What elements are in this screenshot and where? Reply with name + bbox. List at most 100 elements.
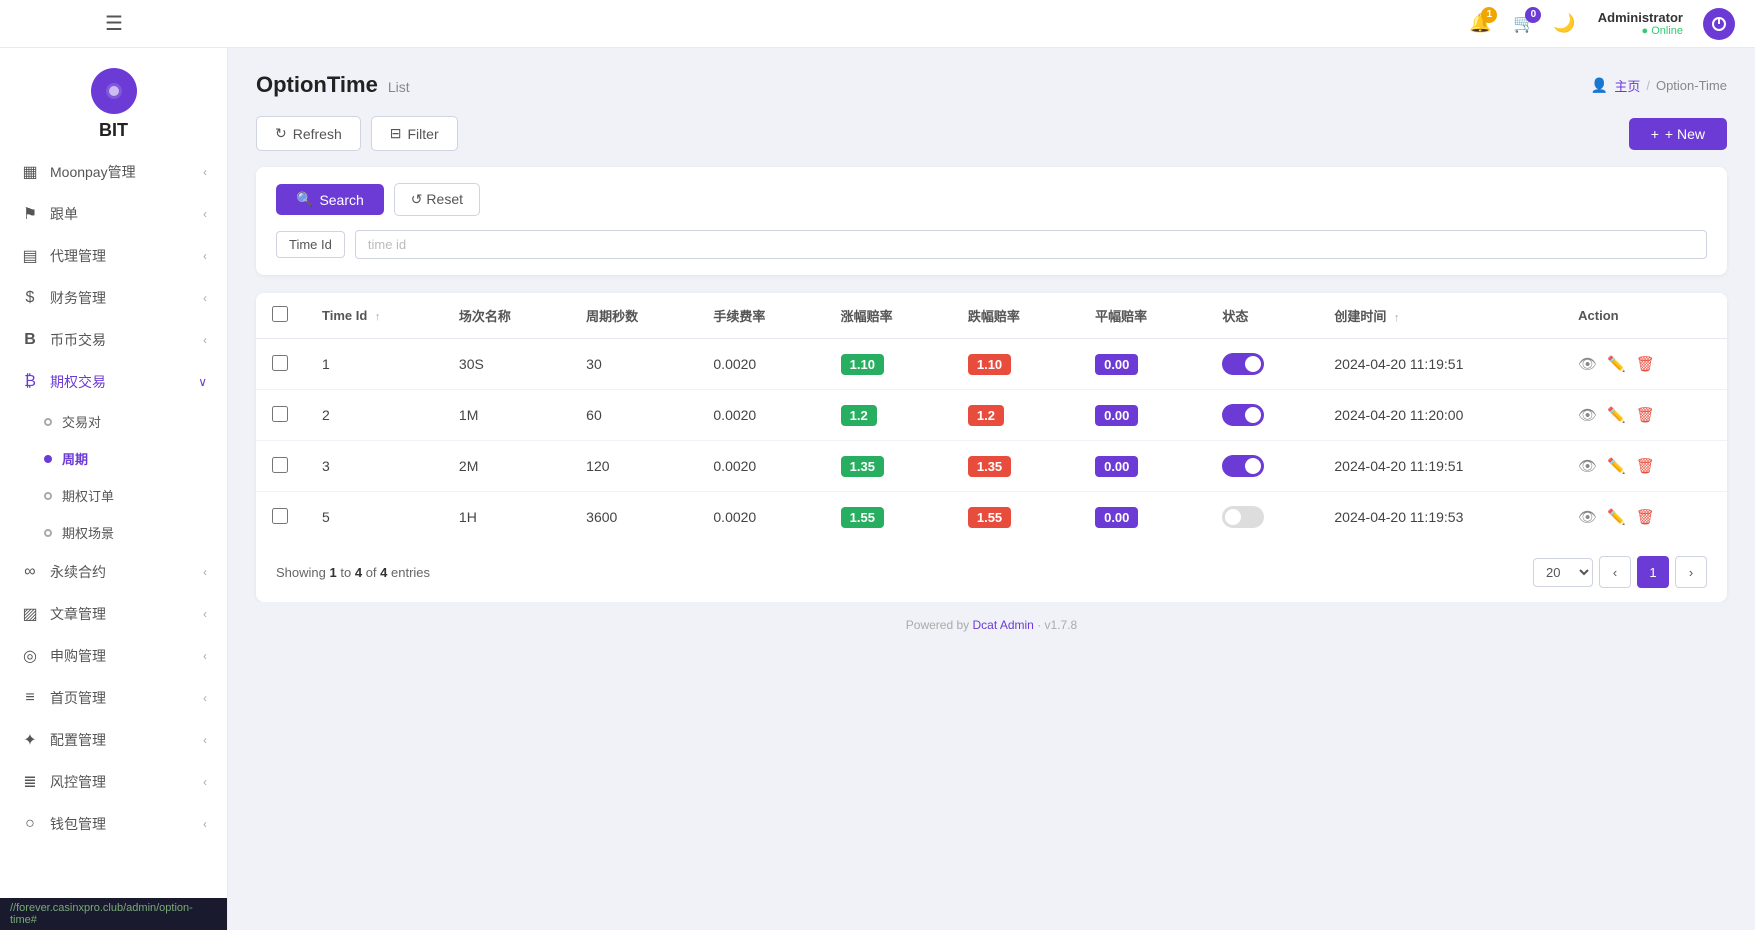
user-name: Administrator	[1598, 10, 1683, 25]
select-all-checkbox[interactable]	[272, 306, 288, 322]
arrow-icon: ‹	[203, 291, 207, 305]
cell-created: 2024-04-20 11:19:51	[1318, 339, 1562, 390]
sidebar-item-perpetual[interactable]: ∞ 永续合约 ‹	[0, 551, 227, 593]
status-toggle[interactable]	[1222, 404, 1264, 426]
sidebar-item-tracking[interactable]: ⚑ 跟单 ‹	[0, 193, 227, 235]
edit-icon[interactable]: ✏️	[1607, 355, 1626, 373]
sidebar-item-options[interactable]: ₿ 期权交易 ∨	[0, 361, 227, 403]
row-checkbox[interactable]	[272, 355, 288, 371]
field-label: Time Id	[276, 231, 345, 258]
sidebar-topbar: ☰	[0, 0, 228, 48]
crypto-icon: B	[20, 331, 40, 349]
edit-icon[interactable]: ✏️	[1607, 406, 1626, 424]
main-content: OptionTime List 👤 主页 / Option-Time ↻ Ref…	[228, 48, 1755, 930]
edit-icon[interactable]: ✏️	[1607, 457, 1626, 475]
row-checkbox[interactable]	[272, 508, 288, 524]
delete-icon[interactable]: 🗑	[1636, 508, 1655, 526]
dot-active-icon	[44, 455, 52, 463]
wallet-icon: ○	[20, 815, 40, 833]
filter-button[interactable]: ⊟ Filter	[371, 116, 458, 151]
notification-button[interactable]: 🛒 0	[1509, 9, 1539, 39]
sidebar-item-config[interactable]: ✦ 配置管理 ‹	[0, 719, 227, 761]
col-time-id: Time Id ↑	[306, 293, 443, 339]
sidebar-item-articles[interactable]: ▨ 文章管理 ‹	[0, 593, 227, 635]
status-toggle[interactable]	[1222, 455, 1264, 477]
sidebar-item-risk[interactable]: ≣ 风控管理 ‹	[0, 761, 227, 803]
view-icon[interactable]: 👁	[1578, 457, 1597, 475]
status-toggle[interactable]	[1222, 506, 1264, 528]
page-size-select[interactable]: 20 50 100	[1533, 558, 1593, 587]
user-info: Administrator ● Online	[1598, 10, 1683, 37]
new-button[interactable]: + + New	[1629, 118, 1727, 150]
sidebar-item-agent[interactable]: ▤ 代理管理 ‹	[0, 235, 227, 277]
sidebar-item-finance[interactable]: $ 财务管理 ‹	[0, 277, 227, 319]
col-fall: 跌幅赔率	[952, 293, 1079, 339]
view-icon[interactable]: 👁	[1578, 406, 1597, 424]
delete-icon[interactable]: 🗑	[1636, 355, 1655, 373]
sort-icon[interactable]: ↑	[1394, 312, 1400, 324]
bell-button[interactable]: 🔔 1	[1465, 9, 1495, 39]
dot-icon	[44, 529, 52, 537]
logo-text: BIT	[99, 120, 128, 141]
sidebar-item-homepage[interactable]: ≡ 首页管理 ‹	[0, 677, 227, 719]
data-table: Time Id ↑ 场次名称 周期秒数 手续费率 涨幅赔率 跌幅赔率 平幅赔率 …	[256, 293, 1727, 542]
logo-icon	[91, 68, 137, 114]
view-icon[interactable]: 👁	[1578, 355, 1597, 373]
col-rise: 涨幅赔率	[825, 293, 952, 339]
arrow-icon: ‹	[203, 691, 207, 705]
articles-icon: ▨	[20, 604, 40, 624]
col-status: 状态	[1206, 293, 1318, 339]
cell-name: 2M	[443, 441, 570, 492]
cell-fee: 0.0020	[697, 441, 824, 492]
cell-name: 1M	[443, 390, 570, 441]
breadcrumb-home-link[interactable]: 主页	[1614, 76, 1640, 95]
hamburger-icon[interactable]: ☰	[105, 11, 123, 36]
refresh-button[interactable]: ↻ Refresh	[256, 116, 361, 151]
time-id-input[interactable]	[355, 230, 1707, 259]
cell-flat: 0.00	[1079, 492, 1206, 543]
filter-icon: ⊟	[390, 125, 402, 142]
topbar: 🔔 1 🛒 0 🌙 Administrator ● Online	[228, 0, 1755, 48]
next-page-button[interactable]: ›	[1675, 556, 1707, 588]
breadcrumb-home-icon: 👤	[1591, 77, 1608, 94]
cell-actions: 👁 ✏️ 🗑	[1562, 441, 1727, 492]
refresh-icon: ↻	[275, 125, 287, 142]
purchase-icon: ◎	[20, 646, 40, 666]
sidebar-sub-cycle[interactable]: 周期	[0, 440, 227, 477]
sidebar-item-wallet[interactable]: ○ 钱包管理 ‹	[0, 803, 227, 845]
sidebar-sub-option-scene[interactable]: 期权场景	[0, 514, 227, 551]
sort-icon[interactable]: ↑	[375, 311, 381, 323]
edit-icon[interactable]: ✏️	[1607, 508, 1626, 526]
footer-brand-link[interactable]: Dcat Admin	[972, 618, 1033, 632]
arrow-icon: ‹	[203, 249, 207, 263]
power-button[interactable]	[1703, 8, 1735, 40]
reset-button[interactable]: ↺ Reset	[394, 183, 480, 216]
sidebar-item-crypto[interactable]: B 币币交易 ‹	[0, 319, 227, 361]
cell-seconds: 120	[570, 441, 697, 492]
sidebar-item-moonpay[interactable]: ▦ Moonpay管理 ‹	[0, 151, 227, 193]
delete-icon[interactable]: 🗑	[1636, 406, 1655, 424]
breadcrumb: 👤 主页 / Option-Time	[1591, 76, 1727, 95]
sidebar-item-purchase[interactable]: ◎ 申购管理 ‹	[0, 635, 227, 677]
arrow-icon: ‹	[203, 207, 207, 221]
delete-icon[interactable]: 🗑	[1636, 457, 1655, 475]
options-icon: ₿	[20, 373, 40, 391]
arrow-icon: ‹	[203, 649, 207, 663]
sidebar-sub-trade-pair[interactable]: 交易对	[0, 403, 227, 440]
theme-toggle-button[interactable]: 🌙	[1553, 13, 1575, 34]
cell-actions: 👁 ✏️ 🗑	[1562, 339, 1727, 390]
status-toggle[interactable]	[1222, 353, 1264, 375]
cell-fee: 0.0020	[697, 492, 824, 543]
row-checkbox[interactable]	[272, 406, 288, 422]
cell-id: 1	[306, 339, 443, 390]
sidebar-sub-option-order[interactable]: 期权订单	[0, 477, 227, 514]
filter-field: Time Id	[276, 230, 1707, 259]
view-icon[interactable]: 👁	[1578, 508, 1597, 526]
plus-icon: +	[1651, 126, 1659, 142]
cell-fee: 0.0020	[697, 339, 824, 390]
table-row: 5 1H 3600 0.0020 1.55 1.55 0.00 2024-04-…	[256, 492, 1727, 543]
page-1-button[interactable]: 1	[1637, 556, 1669, 588]
prev-page-button[interactable]: ‹	[1599, 556, 1631, 588]
row-checkbox[interactable]	[272, 457, 288, 473]
search-button[interactable]: 🔍 Search	[276, 184, 384, 215]
